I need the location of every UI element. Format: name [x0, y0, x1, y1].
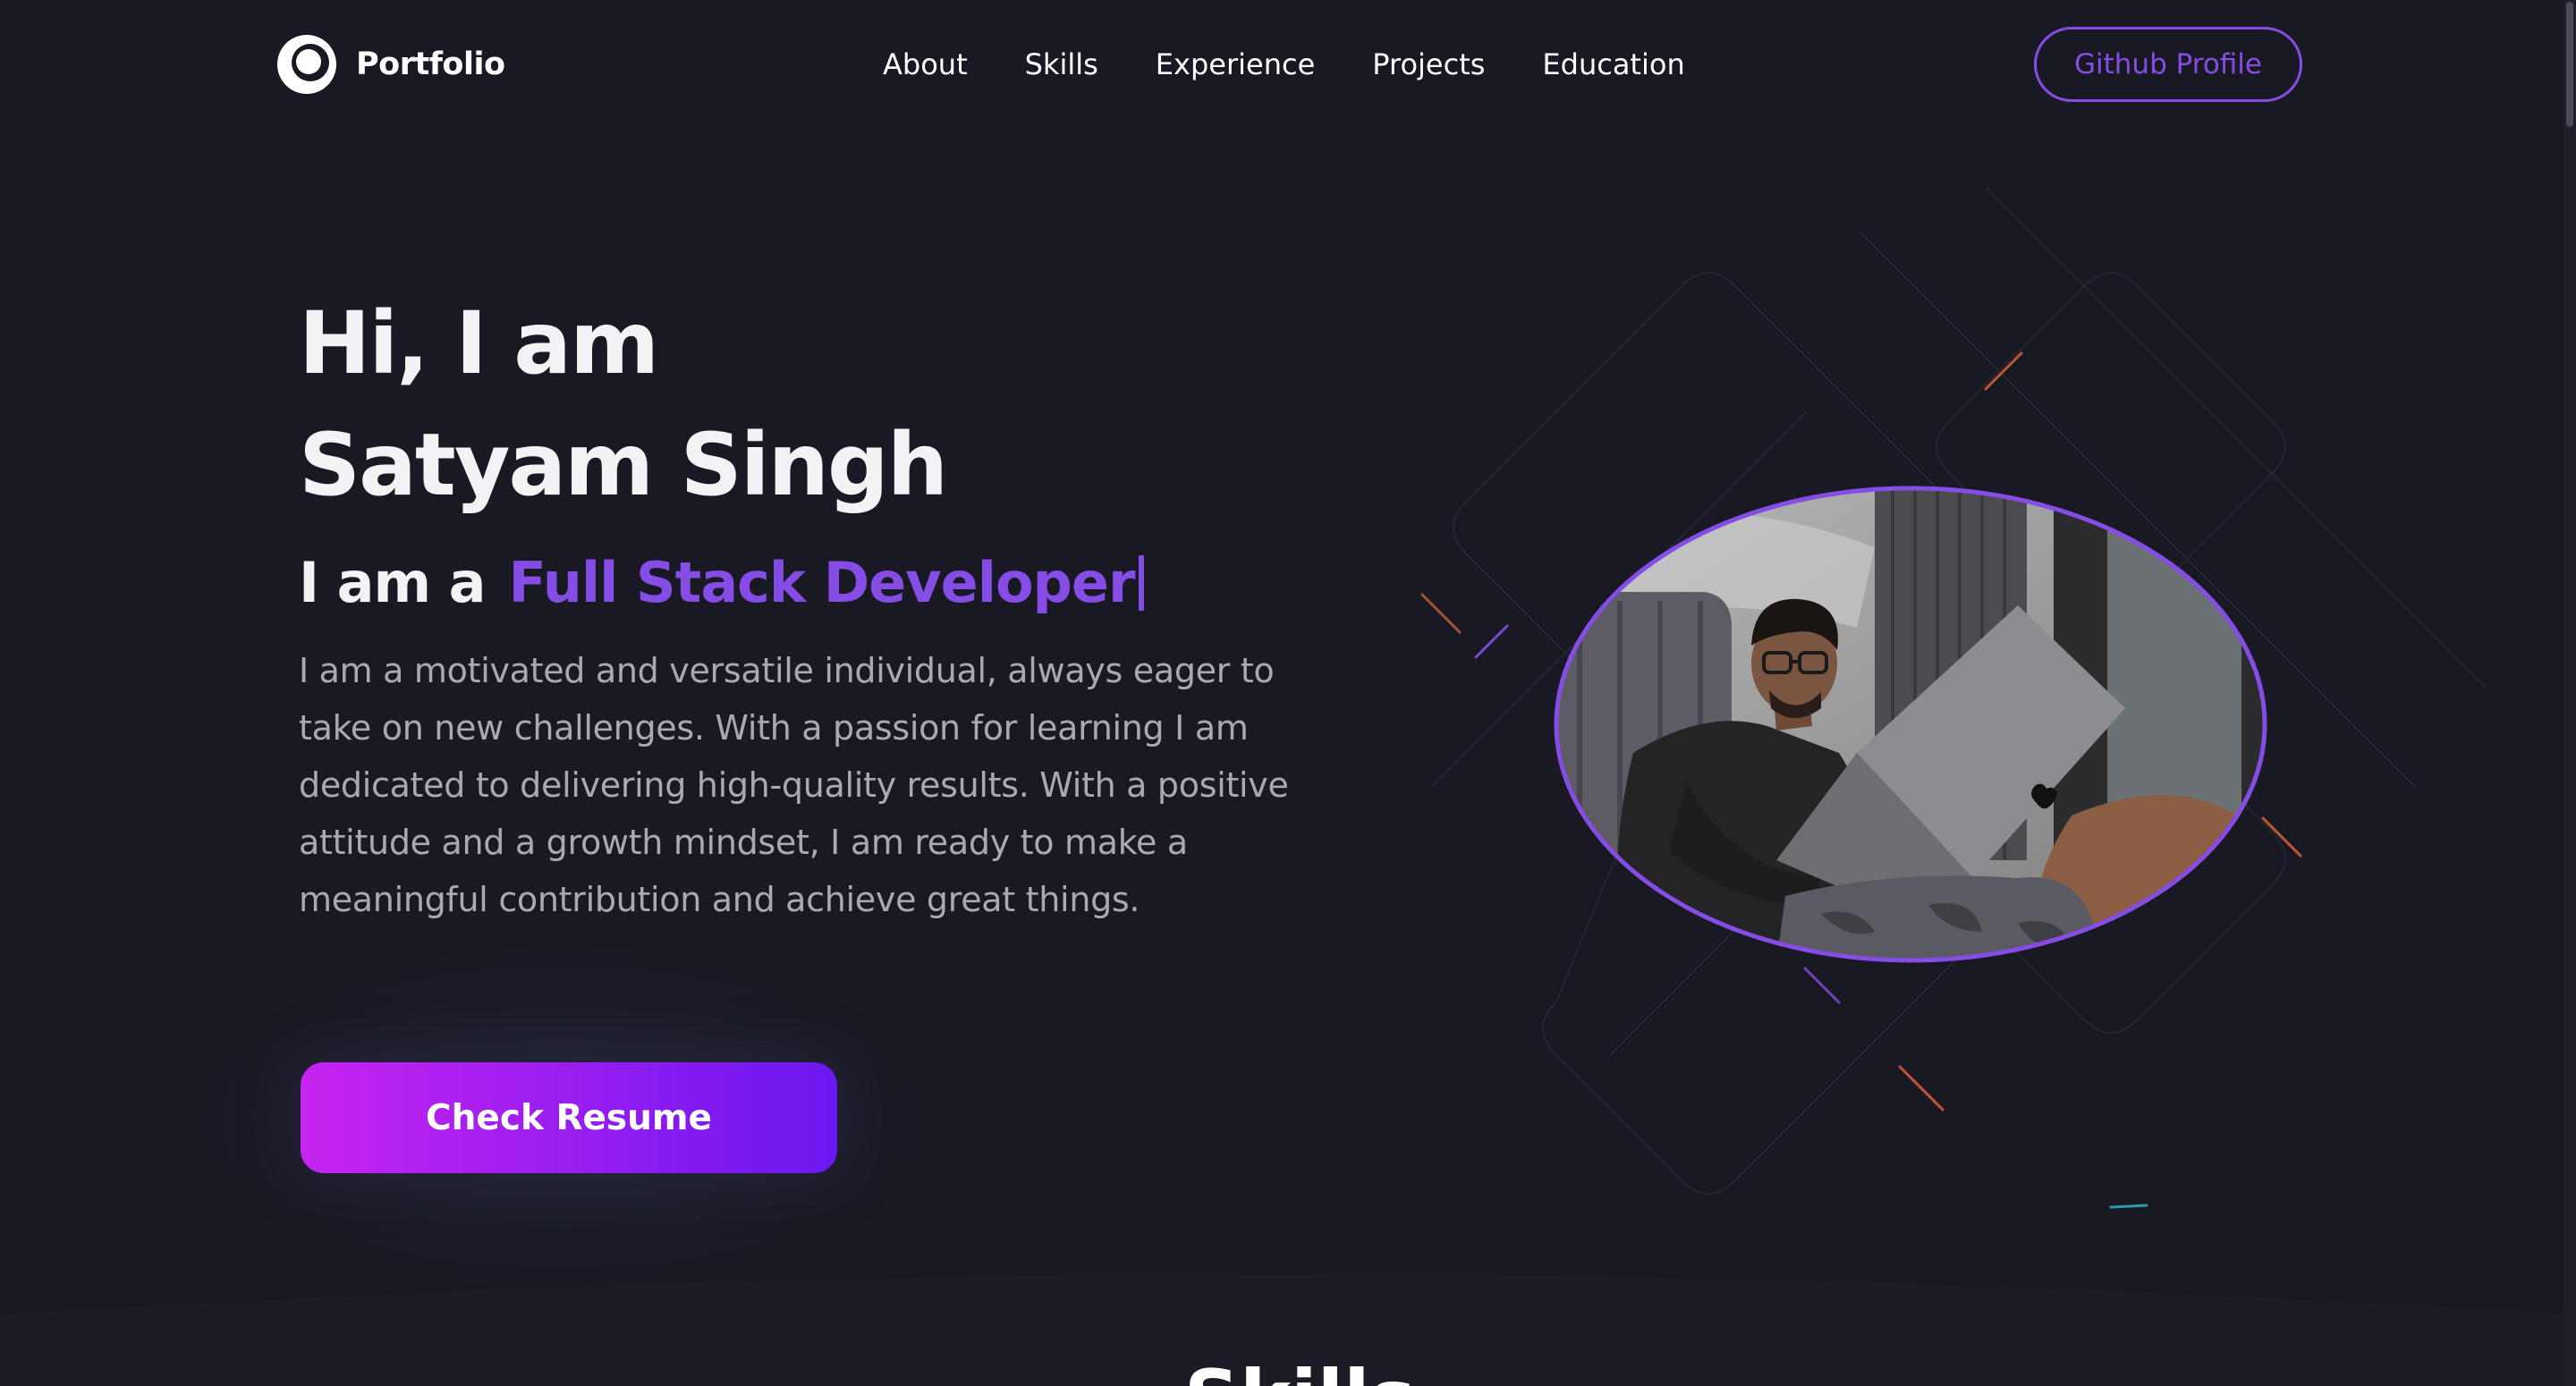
nav-link-projects[interactable]: Projects [1372, 39, 1485, 89]
logo-text: Portfolio [356, 46, 505, 82]
nav-link-experience[interactable]: Experience [1156, 39, 1315, 89]
role-prefix: I am a [299, 550, 487, 615]
logo-link[interactable]: Portfolio [275, 32, 505, 97]
hero-greeting: Hi, I am [299, 293, 659, 393]
nav-link-skills[interactable]: Skills [1025, 39, 1098, 89]
hero-name: Satyam Singh [299, 415, 948, 515]
role-typewriter: I am a Full Stack Developer [299, 545, 1144, 621]
github-profile-button[interactable]: Github Profile [2034, 27, 2302, 102]
skills-section-title: Skills [1184, 1354, 1416, 1386]
page-scrollbar[interactable] [2563, 0, 2576, 1386]
nav-link-education[interactable]: Education [1542, 39, 1684, 89]
portfolio-page: Portfolio About Skills Experience Projec… [0, 0, 2576, 1386]
hero-title: Hi, I am Satyam Singh [299, 283, 948, 526]
hero-description: I am a motivated and versatile individua… [299, 651, 1289, 919]
nav-links: About Skills Experience Projects Educati… [883, 39, 1685, 89]
portfolio-logo-icon [277, 35, 336, 94]
check-resume-button[interactable]: Check Resume [301, 1062, 837, 1173]
typing-cursor [1138, 555, 1144, 611]
role-value: Full Stack Developer [508, 550, 1136, 615]
scrollbar-thumb[interactable] [2566, 2, 2573, 127]
nav-link-about[interactable]: About [883, 39, 968, 89]
profile-photo [1554, 486, 2267, 963]
navbar: Portfolio About Skills Experience Projec… [0, 0, 2563, 129]
